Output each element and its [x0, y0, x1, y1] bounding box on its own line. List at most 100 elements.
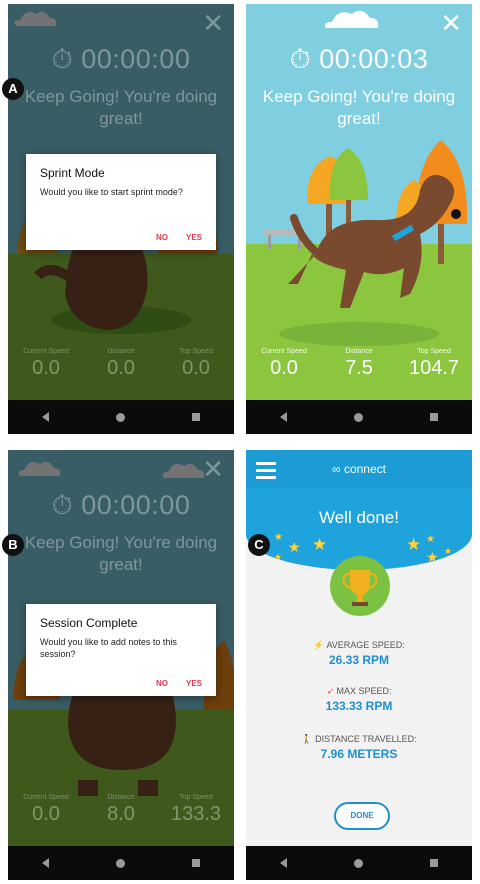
- stat-value: 0.0: [182, 357, 210, 379]
- timer-display: ⏱ 00:00:03: [246, 44, 472, 76]
- timer-value: 00:00:00: [81, 44, 191, 74]
- svg-text:★: ★: [274, 552, 282, 562]
- dialog-title: Session Complete: [40, 616, 138, 630]
- no-button[interactable]: NO: [156, 233, 168, 242]
- timer-value: 00:00:00: [81, 490, 191, 520]
- home-icon[interactable]: [115, 412, 125, 422]
- stat-value: 8.0: [107, 803, 135, 825]
- stat-top-speed: Top Speed 133.3: [158, 794, 234, 826]
- lightning-icon: ⚡: [313, 640, 325, 650]
- close-icon[interactable]: ✕: [202, 456, 224, 482]
- recent-apps-icon[interactable]: [430, 413, 439, 421]
- app-topbar: ∞ connect: [246, 450, 472, 488]
- stopwatch-icon: ⏱: [289, 44, 312, 74]
- stat-distance: Distance 0.0: [83, 348, 159, 380]
- stat-value: 0.0: [32, 803, 60, 825]
- dialog-message: Would you like to start sprint mode?: [40, 187, 183, 197]
- timer-display: ⏱ 00:00:00: [8, 490, 234, 522]
- stat-top-speed: Top Speed 104.7: [396, 348, 472, 380]
- panel-badge-b: B: [2, 534, 24, 556]
- session-complete-dialog: Session Complete Would you like to add n…: [26, 604, 216, 696]
- encouragement-text: Keep Going! You're doing great!: [24, 533, 218, 574]
- encouragement-text: Keep Going! You're doing great!: [24, 87, 218, 128]
- svg-text:★: ★: [426, 534, 435, 545]
- home-icon[interactable]: [353, 412, 363, 422]
- close-icon[interactable]: ✕: [202, 10, 224, 36]
- metric-value: 26.33 RPM: [328, 653, 390, 667]
- svg-text:★: ★: [312, 535, 327, 554]
- home-icon[interactable]: [115, 858, 125, 868]
- stat-label: Current Speed: [261, 348, 307, 355]
- timer-value: 00:00:03: [319, 44, 429, 74]
- stat-value: 104.7: [408, 357, 460, 379]
- stat-top-speed: Top Speed 0.0: [158, 348, 234, 380]
- android-nav-bar: [246, 846, 472, 880]
- stopwatch-icon: ⏱: [51, 490, 74, 520]
- encouragement-text: Keep Going! You're doing great!: [262, 87, 456, 128]
- stat-distance: Distance 8.0: [83, 794, 159, 826]
- stat-label: Distance: [107, 348, 135, 355]
- stat-label: Top Speed: [179, 348, 213, 355]
- stat-value: 0.0: [270, 357, 298, 379]
- stat-value: 0.0: [107, 357, 135, 379]
- stat-value: 0.0: [32, 357, 60, 379]
- metric-distance: 🚶 DISTANCE TRAVELLED: 7.96 METERS: [246, 734, 472, 761]
- dialog-message: Would you like to add notes to this sess…: [40, 637, 177, 659]
- stat-label: Distance: [345, 348, 373, 355]
- stat-distance: Distance 7.5: [321, 348, 397, 380]
- trophy-icon: [342, 570, 378, 606]
- screen-session-complete: ✕ ⏱ 00:00:00 Keep Going! You're doing gr…: [8, 450, 234, 880]
- stat-current-speed: Current Speed 0.0: [246, 348, 322, 380]
- svg-text:★: ★: [288, 539, 301, 555]
- metric-value: 133.33 RPM: [325, 699, 393, 713]
- metric-value: 7.96 METERS: [320, 747, 398, 761]
- back-icon[interactable]: [41, 858, 49, 868]
- yes-button[interactable]: YES: [186, 233, 202, 242]
- timer-display: ⏱ 00:00:00: [8, 44, 234, 76]
- stat-label: Top Speed: [179, 794, 213, 801]
- done-button[interactable]: DONE: [334, 802, 390, 830]
- recent-apps-icon[interactable]: [192, 413, 201, 421]
- stat-label: Current Speed: [23, 794, 69, 801]
- recent-apps-icon[interactable]: [192, 859, 201, 867]
- rocket-icon: ➶: [326, 686, 334, 696]
- connect-logo-icon: ∞: [332, 462, 341, 476]
- metric-average-speed: ⚡ AVERAGE SPEED: 26.33 RPM: [246, 640, 472, 667]
- android-nav-bar: [246, 400, 472, 434]
- stat-label: Top Speed: [417, 348, 451, 355]
- back-icon[interactable]: [279, 858, 287, 868]
- home-icon[interactable]: [353, 858, 363, 868]
- brand-logo: ∞ connect: [246, 462, 472, 476]
- close-icon[interactable]: ✕: [440, 10, 462, 36]
- stat-value: 7.5: [345, 357, 373, 379]
- stat-label: Distance: [107, 794, 135, 801]
- metric-max-speed: ➶ MAX SPEED: 133.33 RPM: [246, 686, 472, 713]
- yes-button[interactable]: YES: [186, 679, 202, 688]
- svg-text:★: ★: [426, 549, 439, 565]
- no-button[interactable]: NO: [156, 679, 168, 688]
- screen-summary: ∞ connect Well done! ★ ★ ★ ★ ★ ★ ★ ★ ⚡ A…: [246, 450, 472, 880]
- svg-text:★: ★: [406, 535, 421, 554]
- panel-badge-c: C: [248, 534, 270, 556]
- screen-session-running: ✕ ⏱ 00:00:03 Keep Going! You're doing gr…: [246, 4, 472, 434]
- android-nav-bar: [8, 846, 234, 880]
- svg-text:★: ★: [274, 532, 283, 543]
- dialog-title: Sprint Mode: [40, 166, 105, 180]
- stopwatch-icon: ⏱: [51, 44, 74, 74]
- back-icon[interactable]: [279, 412, 287, 422]
- recent-apps-icon[interactable]: [430, 859, 439, 867]
- well-done-title: Well done!: [318, 508, 399, 527]
- back-icon[interactable]: [41, 412, 49, 422]
- brand-name: connect: [343, 462, 386, 476]
- walking-icon: 🚶: [301, 734, 313, 744]
- stat-current-speed: Current Speed 0.0: [8, 794, 84, 826]
- panel-badge-a: A: [2, 78, 24, 100]
- metric-label: AVERAGE SPEED:: [326, 640, 405, 650]
- screen-sprint-mode: ✕ ⏱ 00:00:00 Keep Going! You're doing gr…: [8, 4, 234, 434]
- stat-label: Current Speed: [23, 348, 69, 355]
- stat-current-speed: Current Speed 0.0: [8, 348, 84, 380]
- metric-label: DISTANCE TRAVELLED:: [315, 734, 417, 744]
- stat-value: 133.3: [170, 803, 222, 825]
- metric-label: MAX SPEED:: [336, 686, 392, 696]
- svg-text:★: ★: [444, 546, 452, 556]
